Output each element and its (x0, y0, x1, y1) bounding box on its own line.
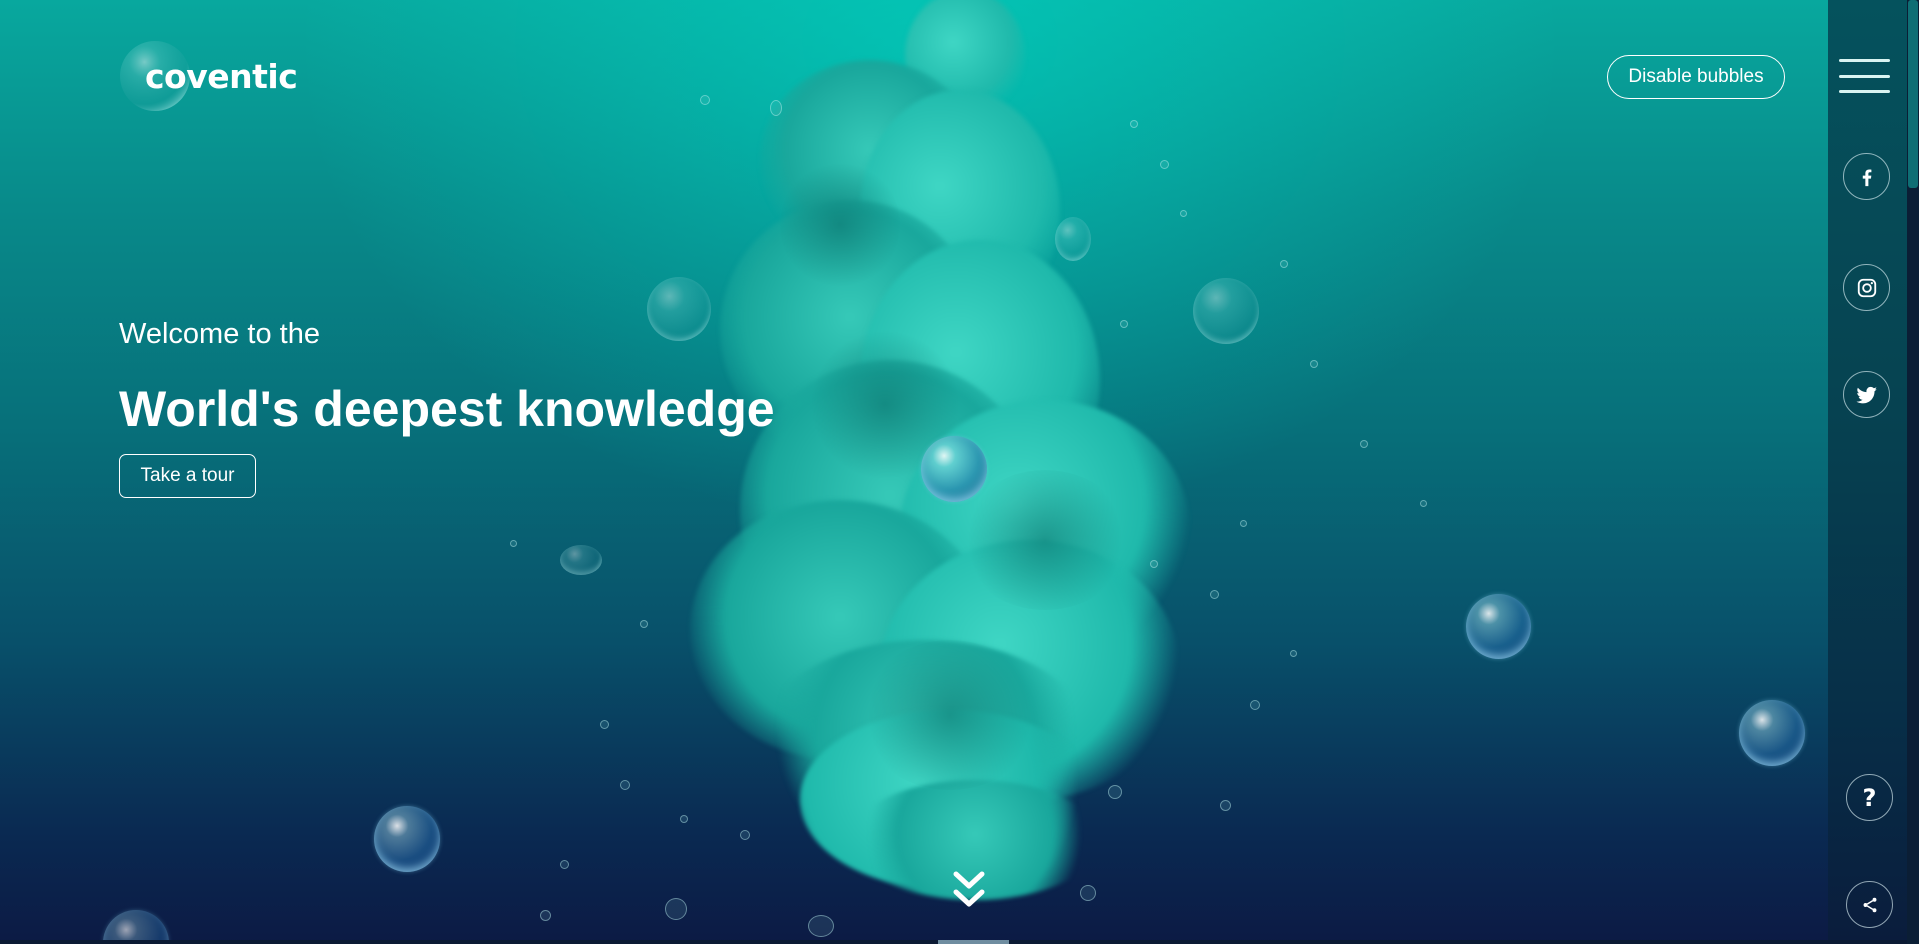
horizontal-scroll-thumb[interactable] (938, 940, 1009, 944)
take-a-tour-button[interactable]: Take a tour (119, 454, 256, 498)
share-icon (1863, 897, 1876, 912)
hero-headline: World's deepest knowledge (119, 381, 775, 437)
disable-bubbles-button[interactable]: Disable bubbles (1607, 55, 1785, 99)
instagram-button[interactable] (1843, 264, 1890, 311)
logo-text: coventic (145, 56, 298, 96)
facebook-icon (1862, 168, 1871, 186)
hero-background (0, 0, 1828, 944)
twitter-icon (1855, 386, 1877, 403)
welcome-text: Welcome to the (119, 318, 320, 350)
coventic-logo[interactable]: coventic (119, 38, 298, 114)
scrollbar-thumb[interactable] (1908, 0, 1918, 188)
facebook-button[interactable] (1843, 153, 1890, 200)
share-button[interactable] (1846, 881, 1893, 928)
twitter-button[interactable] (1843, 371, 1890, 418)
hamburger-menu-icon[interactable] (1839, 59, 1890, 95)
instagram-icon (1857, 278, 1876, 297)
help-button[interactable]: ? (1846, 774, 1893, 821)
help-label: ? (1862, 783, 1877, 812)
chevron-double-down-icon[interactable] (952, 870, 986, 916)
page: coventic Disable bubbles Welcome to the … (0, 0, 1919, 944)
